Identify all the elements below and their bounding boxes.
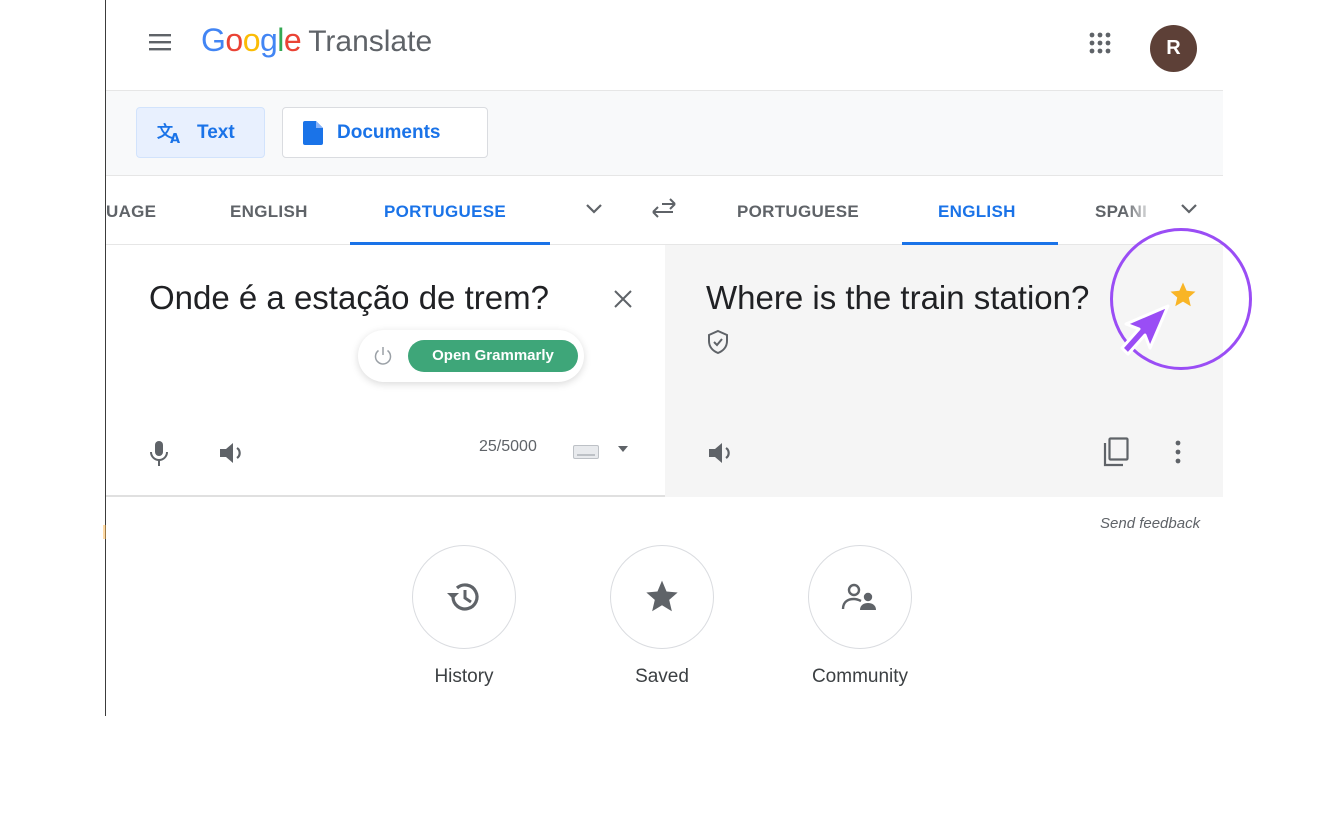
history-icon bbox=[447, 583, 479, 611]
power-icon[interactable] bbox=[372, 345, 394, 367]
documents-mode-button[interactable]: Documents bbox=[282, 107, 488, 158]
history-label: History bbox=[434, 666, 494, 687]
source-panel: Onde é a estação de trem? Open Grammarly… bbox=[106, 245, 665, 497]
send-feedback-link[interactable]: Send feedback bbox=[1100, 515, 1200, 532]
source-lang-detect-tab[interactable]: UAGE bbox=[106, 202, 156, 222]
account-avatar[interactable]: R bbox=[1150, 25, 1197, 72]
verified-shield-icon bbox=[708, 329, 728, 355]
community-label: Community bbox=[811, 666, 909, 687]
history-action[interactable]: History bbox=[404, 545, 524, 688]
community-action[interactable]: Community bbox=[800, 545, 920, 688]
listen-source-icon[interactable] bbox=[218, 440, 250, 466]
saved-action[interactable]: Saved bbox=[602, 545, 722, 688]
more-options-icon[interactable] bbox=[1174, 439, 1182, 465]
translation-output: Where is the train station? bbox=[706, 279, 1090, 316]
target-lang-english-tab[interactable]: ENGLISH bbox=[938, 202, 1016, 222]
apps-grid-icon[interactable] bbox=[1089, 32, 1111, 54]
history-button[interactable] bbox=[412, 545, 516, 649]
community-button[interactable] bbox=[808, 545, 912, 649]
source-lang-portuguese-tab[interactable]: PORTUGUESE bbox=[384, 202, 506, 222]
clear-source-icon[interactable] bbox=[611, 287, 635, 311]
svg-text:A: A bbox=[170, 132, 180, 144]
language-bar: UAGE ENGLISH PORTUGUESE PORTUGUESE ENGLI… bbox=[106, 176, 1223, 245]
copy-translation-icon[interactable] bbox=[1101, 437, 1129, 467]
input-tools-dropdown-icon[interactable] bbox=[618, 445, 628, 453]
text-mode-button[interactable]: 文 A Text bbox=[136, 107, 265, 158]
translate-icon: 文 A bbox=[157, 122, 180, 144]
source-lang-english-tab[interactable]: ENGLISH bbox=[230, 202, 308, 222]
star-icon bbox=[646, 580, 678, 612]
grammarly-widget: Open Grammarly bbox=[358, 330, 584, 382]
translate-app: Google Translate R 文 A Text Documents UA… bbox=[106, 0, 1223, 716]
document-icon bbox=[303, 120, 323, 145]
keyboard-icon[interactable] bbox=[573, 445, 599, 459]
source-text-input[interactable]: Onde é a estação de trem? bbox=[149, 279, 549, 317]
top-bar: Google Translate R bbox=[106, 0, 1223, 91]
hamburger-menu-icon[interactable] bbox=[148, 32, 172, 52]
text-mode-label: Text bbox=[197, 121, 235, 143]
target-lang-more-icon[interactable] bbox=[1179, 202, 1199, 216]
documents-mode-label: Documents bbox=[337, 121, 441, 143]
target-lang-portuguese-tab[interactable]: PORTUGUESE bbox=[737, 202, 859, 222]
listen-translation-icon[interactable] bbox=[707, 440, 739, 466]
microphone-icon[interactable] bbox=[149, 440, 169, 468]
saved-button[interactable] bbox=[610, 545, 714, 649]
source-lang-more-icon[interactable] bbox=[584, 202, 604, 216]
community-icon bbox=[841, 583, 876, 610]
product-name: Translate bbox=[308, 25, 433, 58]
mode-bar: 文 A Text Documents bbox=[106, 91, 1223, 176]
google-translate-logo[interactable]: Google Translate bbox=[201, 22, 432, 59]
character-count: 25/5000 bbox=[479, 438, 537, 455]
swap-languages-icon[interactable] bbox=[650, 198, 678, 220]
tabs-fade bbox=[1124, 196, 1164, 228]
pointer-cursor-icon bbox=[1120, 304, 1170, 356]
open-grammarly-button[interactable]: Open Grammarly bbox=[408, 340, 578, 372]
saved-label: Saved bbox=[635, 666, 689, 687]
